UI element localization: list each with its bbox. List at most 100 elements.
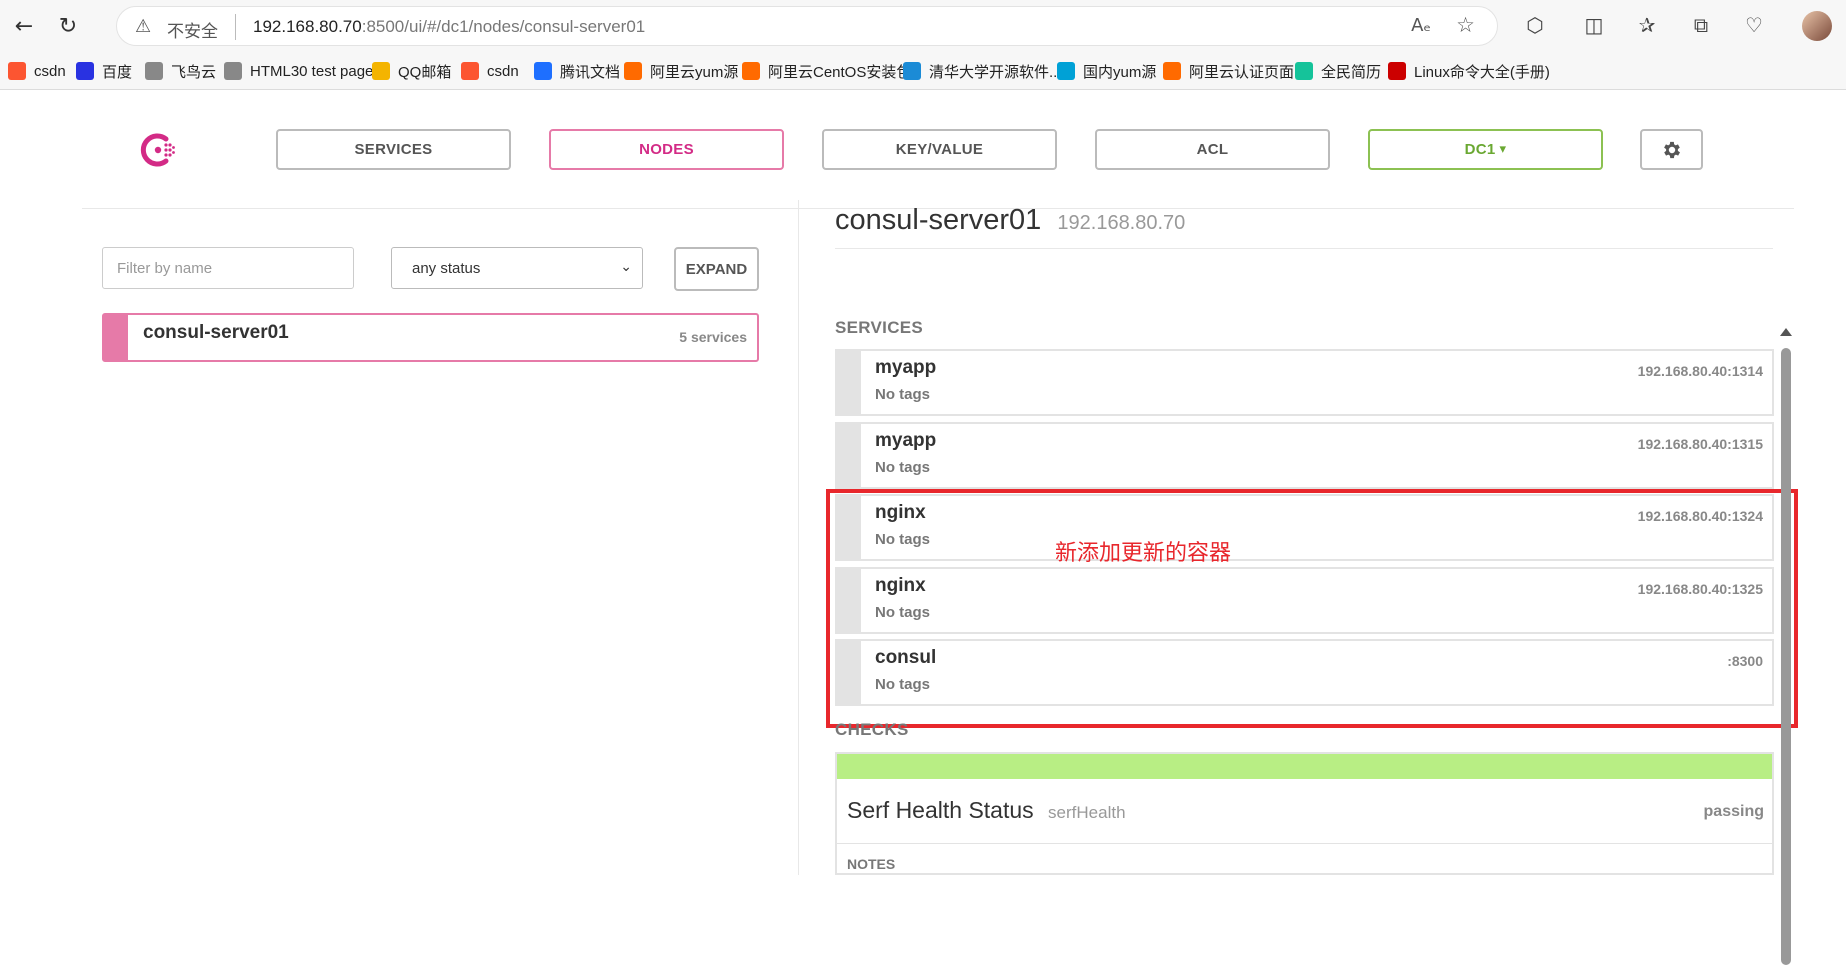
bookmark-item[interactable]: HTML30 test page! bbox=[224, 58, 378, 84]
bookmark-label: 国内yum源 bbox=[1083, 63, 1157, 81]
url-path: :8500/ui/#/dc1/nodes/consul-server01 bbox=[361, 17, 646, 36]
consul-ui: SERVICES NODES KEY/VALUE ACL DC1 ▾ Filte… bbox=[0, 90, 1846, 965]
browser-essentials-icon[interactable]: ♡ bbox=[1739, 10, 1769, 40]
bookmark-item[interactable]: 飞鸟云 bbox=[145, 58, 216, 84]
annotation-highlight-box bbox=[826, 489, 1798, 728]
bookmark-label: 全民简历 bbox=[1321, 63, 1382, 81]
settings-button[interactable] bbox=[1640, 129, 1703, 170]
service-status-bar bbox=[837, 424, 861, 487]
service-tags: No tags bbox=[875, 459, 931, 476]
node-name: consul-server01 bbox=[143, 322, 289, 343]
bookmark-label: csdn bbox=[487, 62, 519, 80]
bookmark-favicon-icon bbox=[1163, 62, 1181, 80]
check-name: Serf Health Status bbox=[847, 797, 1034, 823]
scrollbar-thumb[interactable] bbox=[1781, 348, 1791, 965]
bookmark-label: 百度 bbox=[102, 63, 133, 81]
bookmark-favicon-icon bbox=[145, 62, 163, 80]
warning-icon: ⚠ bbox=[135, 16, 152, 37]
check-id: serfHealth bbox=[1048, 803, 1126, 822]
expand-button[interactable]: EXPAND bbox=[674, 247, 759, 291]
bookmark-item[interactable]: 全民简历 bbox=[1295, 58, 1381, 84]
bookmark-item[interactable]: 腾讯文档 bbox=[534, 58, 620, 84]
bookmark-favicon-icon bbox=[903, 62, 921, 80]
bookmark-label: 阿里云yum源 bbox=[650, 63, 739, 81]
collections-icon[interactable]: ⧉ bbox=[1686, 10, 1716, 40]
favorites-icon[interactable]: ✰ bbox=[1632, 10, 1662, 40]
bookmark-favicon-icon bbox=[624, 62, 642, 80]
favorite-star-icon[interactable]: ☆ bbox=[1456, 13, 1475, 37]
bookmark-favicon-icon bbox=[1057, 62, 1075, 80]
annotation-text: 新添加更新的容器 bbox=[1055, 541, 1232, 566]
bookmark-label: 腾讯文档 bbox=[560, 63, 621, 81]
bookmark-label: 清华大学开源软件... bbox=[929, 63, 1062, 81]
node-list-item[interactable]: consul-server01 5 services bbox=[102, 313, 759, 362]
bookmark-favicon-icon bbox=[1388, 62, 1406, 80]
bookmark-item[interactable]: 阿里云yum源 bbox=[624, 58, 738, 84]
back-arrow-icon[interactable]: ← bbox=[8, 10, 40, 42]
caret-down-icon: ▾ bbox=[1499, 142, 1507, 157]
status-select[interactable]: any status ⌄ bbox=[391, 247, 643, 289]
nav-keyvalue-button[interactable]: KEY/VALUE bbox=[822, 129, 1057, 170]
bookmark-item[interactable]: Linux命令大全(手册) bbox=[1388, 58, 1550, 84]
consul-logo-icon[interactable] bbox=[140, 132, 176, 168]
check-divider bbox=[837, 843, 1772, 844]
service-item[interactable]: myapp No tags 192.168.80.40:1315 bbox=[835, 422, 1774, 489]
bookmark-item[interactable]: 百度 bbox=[76, 58, 132, 84]
bookmark-item[interactable]: 国内yum源 bbox=[1057, 58, 1156, 84]
service-address: 192.168.80.40:1314 bbox=[1637, 363, 1763, 379]
bookmark-label: HTML30 test page! bbox=[250, 62, 378, 80]
check-status: passing bbox=[1703, 803, 1764, 820]
bookmark-item[interactable]: 阿里云CentOS安装包 bbox=[742, 58, 911, 84]
bookmark-label: Linux命令大全(手册) bbox=[1414, 63, 1550, 81]
datacenter-dropdown-button[interactable]: DC1 ▾ bbox=[1368, 129, 1603, 170]
bookmark-favicon-icon bbox=[461, 62, 479, 80]
filter-by-name-input[interactable]: Filter by name bbox=[102, 247, 354, 289]
bookmark-favicon-icon bbox=[8, 62, 26, 80]
url-text[interactable]: 192.168.80.70:8500/ui/#/dc1/nodes/consul… bbox=[253, 17, 645, 37]
check-item[interactable]: Serf Health Status serfHealth passing NO… bbox=[835, 752, 1774, 875]
service-address: 192.168.80.40:1315 bbox=[1637, 436, 1763, 452]
bookmark-item[interactable]: QQ邮箱 bbox=[372, 58, 451, 84]
bookmark-favicon-icon bbox=[534, 62, 552, 80]
bookmark-item[interactable]: csdn bbox=[8, 58, 66, 84]
check-status-bar bbox=[837, 754, 1772, 779]
service-name: myapp bbox=[875, 357, 937, 378]
bookmark-label: 阿里云认证页面 bbox=[1189, 63, 1295, 81]
read-aloud-icon[interactable]: Aₑ bbox=[1411, 15, 1431, 36]
detail-scrollbar[interactable] bbox=[1780, 328, 1792, 965]
bookmark-item[interactable]: 清华大学开源软件... bbox=[903, 58, 1062, 84]
gear-icon bbox=[1663, 141, 1680, 158]
bookmark-label: QQ邮箱 bbox=[398, 63, 452, 81]
scroll-up-arrow-icon[interactable] bbox=[1780, 328, 1792, 336]
address-bar[interactable]: ⚠ 不安全 192.168.80.70:8500/ui/#/dc1/nodes/… bbox=[116, 6, 1498, 46]
service-status-bar bbox=[837, 351, 861, 414]
service-item[interactable]: myapp No tags 192.168.80.40:1314 bbox=[835, 349, 1774, 416]
bookmark-item[interactable]: csdn bbox=[461, 58, 519, 84]
node-detail-ip: 192.168.80.70 bbox=[1057, 212, 1186, 234]
bookmark-favicon-icon bbox=[76, 62, 94, 80]
bookmark-favicon-icon bbox=[1295, 62, 1313, 80]
nav-acl-button[interactable]: ACL bbox=[1095, 129, 1330, 170]
node-services-count: 5 services bbox=[679, 329, 747, 345]
service-name: myapp bbox=[875, 430, 937, 451]
nav-nodes-button[interactable]: NODES bbox=[549, 129, 784, 170]
bookmark-label: 阿里云CentOS安装包 bbox=[768, 63, 912, 81]
browser-chrome: ← ↻ ⚠ 不安全 192.168.80.70:8500/ui/#/dc1/no… bbox=[0, 0, 1846, 90]
extensions-icon[interactable]: ⬡ bbox=[1520, 10, 1550, 40]
bookmark-item[interactable]: 阿里云认证页面 bbox=[1163, 58, 1294, 84]
bookmark-label: 飞鸟云 bbox=[171, 63, 217, 81]
checks-heading: CHECKS bbox=[835, 720, 909, 739]
bookmark-favicon-icon bbox=[224, 62, 242, 80]
status-select-value: any status bbox=[412, 259, 481, 277]
datacenter-label: DC1 bbox=[1464, 141, 1496, 158]
profile-avatar[interactable] bbox=[1802, 11, 1832, 41]
address-divider bbox=[235, 14, 236, 40]
reload-icon[interactable]: ↻ bbox=[52, 10, 84, 42]
nav-services-button[interactable]: SERVICES bbox=[276, 129, 511, 170]
filter-placeholder: Filter by name bbox=[117, 259, 213, 277]
bookmarks-bar: csdn 百度 飞鸟云 HTML30 test page! QQ邮箱 csdn 腾讯文档 阿里… bbox=[0, 52, 1846, 90]
split-screen-icon[interactable]: ◫ bbox=[1579, 10, 1609, 40]
chevron-down-icon: ⌄ bbox=[620, 259, 632, 275]
services-heading: SERVICES bbox=[835, 318, 924, 337]
bookmark-favicon-icon bbox=[742, 62, 760, 80]
